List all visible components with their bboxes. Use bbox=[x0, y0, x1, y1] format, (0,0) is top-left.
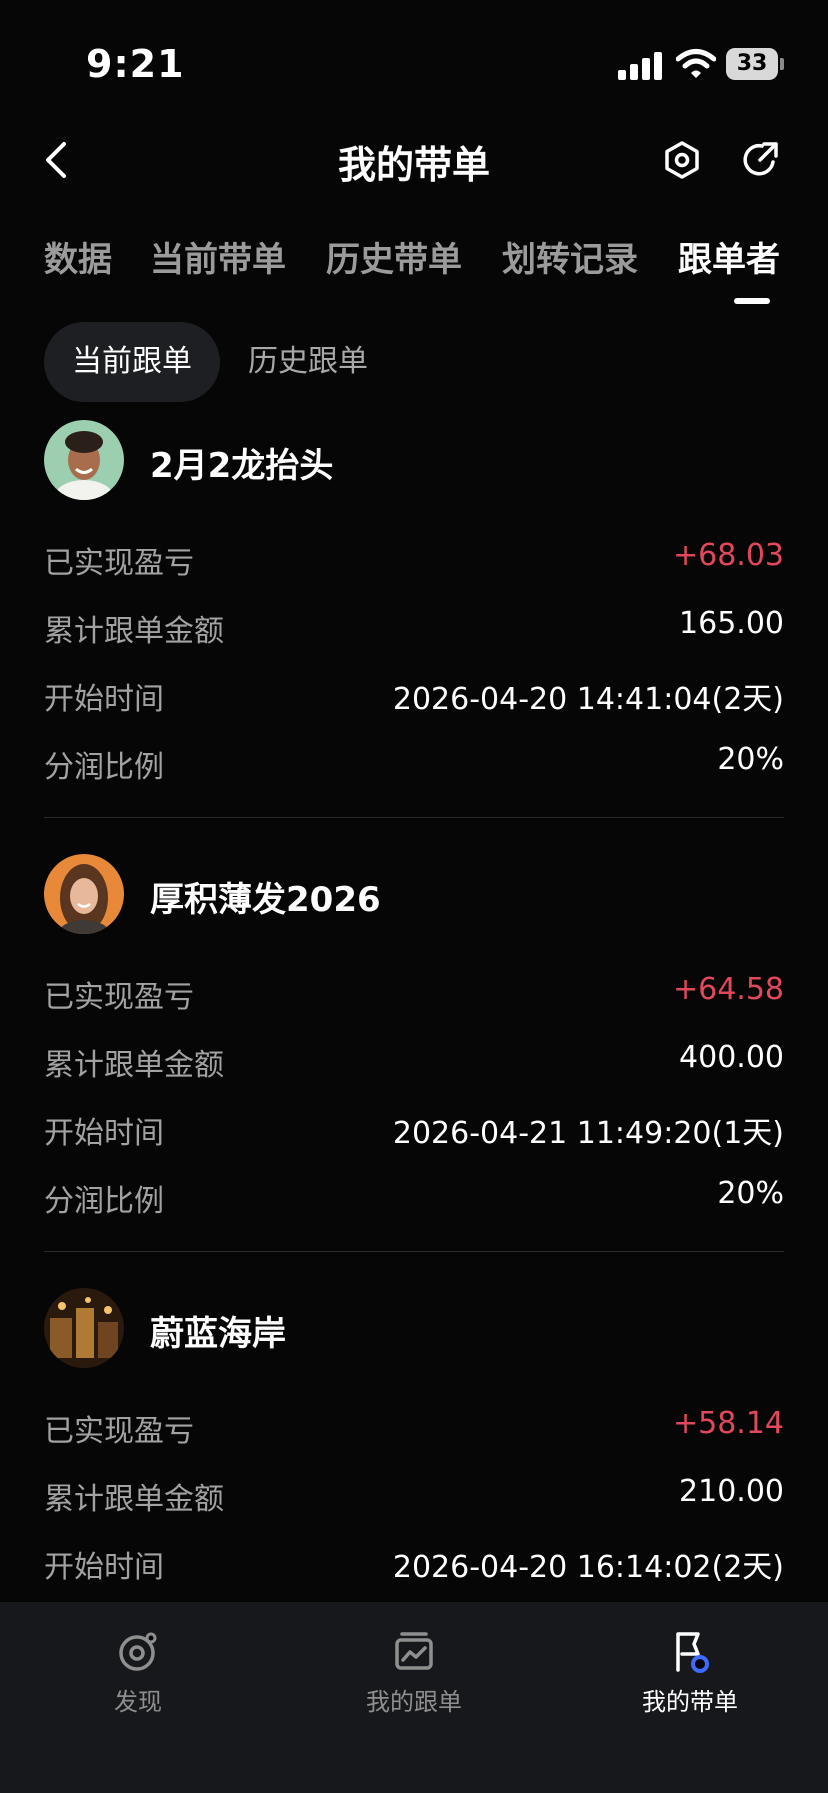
start-time-row: 开始时间 2026-04-21 11:49:20(1天) bbox=[44, 1108, 784, 1152]
bottom-nav-my-lead[interactable]: 我的带单 bbox=[600, 1630, 780, 1720]
total-follow-amount-row: 累计跟单金额 210.00 bbox=[44, 1474, 784, 1518]
status-time: 9:21 bbox=[86, 42, 185, 86]
bottom-nav: 发现 我的跟单 我的带单 bbox=[0, 1602, 828, 1793]
page-title: 我的带单 bbox=[337, 143, 490, 187]
total-follow-amount-value: 210.00 bbox=[679, 1474, 784, 1509]
bottom-nav-my-follow[interactable]: 我的跟单 bbox=[324, 1630, 504, 1720]
follower-name: 蔚蓝海岸 bbox=[150, 1314, 286, 1354]
subtab-current-follow[interactable]: 当前跟单 bbox=[44, 322, 220, 402]
row-label: 分润比例 bbox=[44, 1184, 164, 1219]
start-time-value: 2026-04-20 14:41:04(2天) bbox=[392, 682, 784, 717]
avatar bbox=[44, 854, 124, 934]
realized-pnl-value: +58.14 bbox=[672, 1406, 784, 1441]
discover-icon bbox=[119, 1632, 157, 1671]
total-follow-amount-value: 165.00 bbox=[679, 606, 784, 641]
share-icon[interactable] bbox=[740, 140, 780, 180]
profit-share-row: 分润比例 20% bbox=[44, 1176, 784, 1220]
start-time-value: 2026-04-20 16:14:02(2天) bbox=[392, 1550, 784, 1585]
cellular-signal-icon bbox=[618, 52, 662, 80]
row-label: 已实现盈亏 bbox=[44, 980, 194, 1015]
page: 9:21 33 我的带单 数据 当前带单 历史带单 划转记录 跟单者 当前跟单 … bbox=[0, 0, 828, 1793]
tab-data[interactable]: 数据 bbox=[44, 232, 112, 281]
total-follow-amount-row: 累计跟单金额 400.00 bbox=[44, 1040, 784, 1084]
start-time-row: 开始时间 2026-04-20 16:14:02(2天) bbox=[44, 1542, 784, 1586]
divider bbox=[44, 1251, 784, 1252]
nav-header: 我的带单 bbox=[0, 120, 828, 200]
row-label: 分润比例 bbox=[44, 750, 164, 785]
divider bbox=[44, 817, 784, 818]
follower-header: 蔚蓝海岸 bbox=[44, 1288, 784, 1368]
row-label: 开始时间 bbox=[44, 1116, 164, 1151]
subtab-history-follow[interactable]: 历史跟单 bbox=[248, 322, 368, 402]
total-follow-amount-value: 400.00 bbox=[679, 1040, 784, 1075]
follower-header: 2月2龙抬头 bbox=[44, 420, 784, 500]
realized-pnl-row: 已实现盈亏 +58.14 bbox=[44, 1406, 784, 1450]
bottom-nav-label: 我的跟单 bbox=[366, 1688, 462, 1716]
realized-pnl-row: 已实现盈亏 +68.03 bbox=[44, 538, 784, 582]
start-time-row: 开始时间 2026-04-20 14:41:04(2天) bbox=[44, 674, 784, 718]
chart-card-icon bbox=[395, 1632, 433, 1670]
tab-active-indicator bbox=[734, 298, 770, 304]
row-label: 开始时间 bbox=[44, 1550, 164, 1585]
tab-current-lead[interactable]: 当前带单 bbox=[150, 232, 286, 281]
battery-level: 33 bbox=[726, 48, 778, 80]
avatar bbox=[44, 1288, 124, 1368]
follower-header: 厚积薄发2026 bbox=[44, 854, 784, 934]
profit-share-value: 20% bbox=[717, 1176, 784, 1211]
tab-history-lead[interactable]: 历史带单 bbox=[326, 232, 462, 281]
profit-share-value: 20% bbox=[717, 742, 784, 777]
tab-followers[interactable]: 跟单者 bbox=[678, 232, 780, 281]
realized-pnl-value: +64.58 bbox=[672, 972, 784, 1007]
row-label: 开始时间 bbox=[44, 682, 164, 717]
avatar bbox=[44, 420, 124, 500]
row-label: 累计跟单金额 bbox=[44, 1048, 224, 1083]
realized-pnl-row: 已实现盈亏 +64.58 bbox=[44, 972, 784, 1016]
main-tabs: 数据 当前带单 历史带单 划转记录 跟单者 bbox=[0, 226, 828, 306]
row-label: 已实现盈亏 bbox=[44, 546, 194, 581]
battery-icon: 33 bbox=[726, 48, 784, 80]
follower-card[interactable]: 厚积薄发2026 已实现盈亏 +64.58 累计跟单金额 400.00 开始时间… bbox=[44, 854, 784, 1254]
follower-name: 厚积薄发2026 bbox=[150, 880, 381, 920]
wifi-icon bbox=[676, 49, 716, 78]
follower-card[interactable]: 蔚蓝海岸 已实现盈亏 +58.14 累计跟单金额 210.00 开始时间 202… bbox=[44, 1288, 784, 1608]
follower-card[interactable]: 2月2龙抬头 已实现盈亏 +68.03 累计跟单金额 165.00 开始时间 2… bbox=[44, 420, 784, 820]
settings-hexagon-icon[interactable] bbox=[662, 140, 702, 180]
bottom-nav-label: 我的带单 bbox=[642, 1688, 738, 1716]
start-time-value: 2026-04-21 11:49:20(1天) bbox=[392, 1116, 784, 1151]
bottom-nav-label: 发现 bbox=[114, 1688, 162, 1716]
total-follow-amount-row: 累计跟单金额 165.00 bbox=[44, 606, 784, 650]
realized-pnl-value: +68.03 bbox=[672, 538, 784, 573]
status-bar: 9:21 33 bbox=[0, 0, 828, 120]
profit-share-row: 分润比例 20% bbox=[44, 742, 784, 786]
row-label: 已实现盈亏 bbox=[44, 1414, 194, 1449]
flag-badge-icon bbox=[676, 1632, 709, 1673]
tab-transfer-records[interactable]: 划转记录 bbox=[502, 232, 638, 281]
row-label: 累计跟单金额 bbox=[44, 614, 224, 649]
bottom-nav-discover[interactable]: 发现 bbox=[48, 1630, 228, 1720]
follower-name: 2月2龙抬头 bbox=[150, 446, 334, 486]
row-label: 累计跟单金额 bbox=[44, 1482, 224, 1517]
